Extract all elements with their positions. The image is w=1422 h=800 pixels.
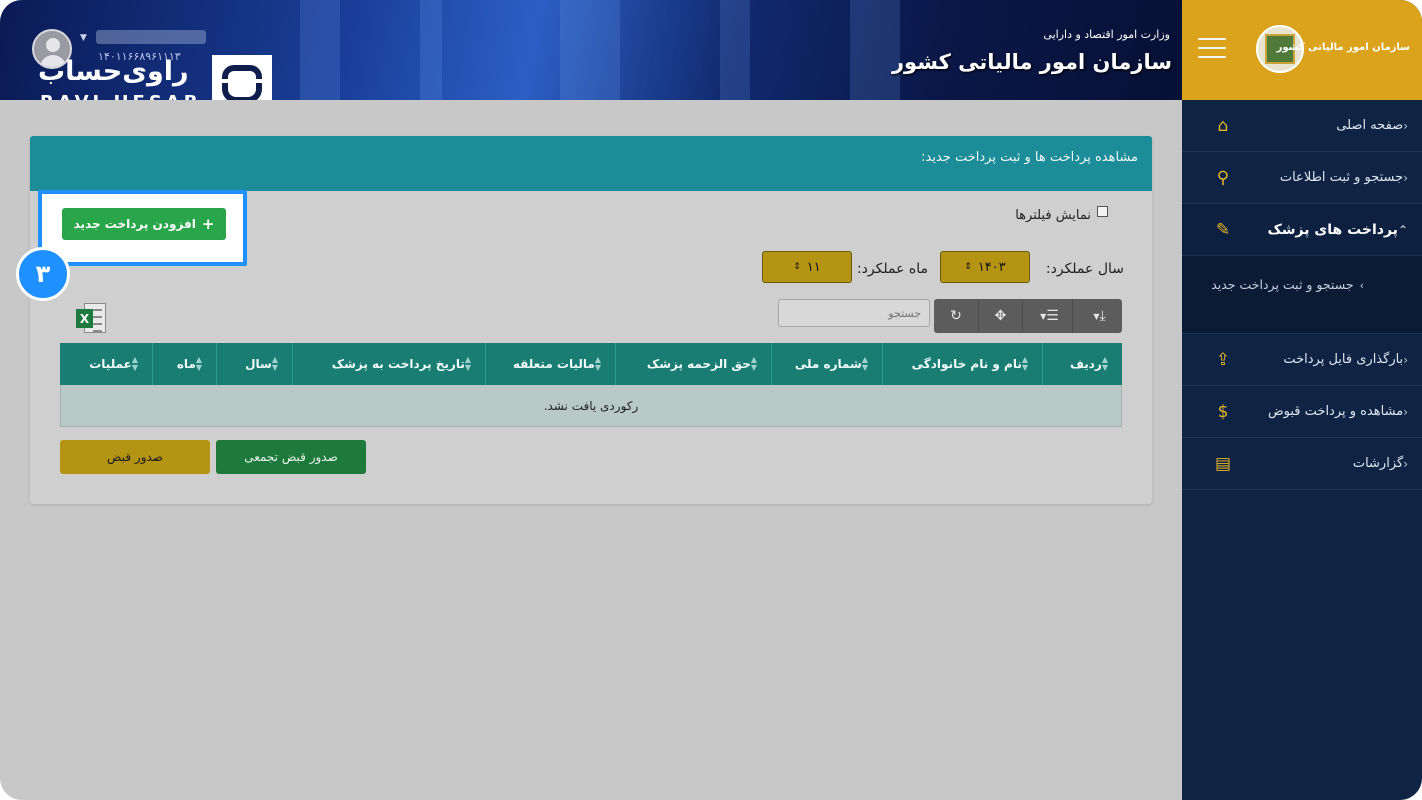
sort-icon: ▲ ▼ — [594, 355, 601, 372]
column-national-id[interactable]: شماره ملی ▲ ▼ — [771, 343, 882, 385]
column-tax[interactable]: مالیات متعلقه ▲ ▼ — [485, 343, 615, 385]
sort-icon: ▲ ▼ — [1101, 355, 1108, 372]
sidebar-item-doctor-payments[interactable]: ✎ پرداخت های پزشک ⌃ — [1182, 204, 1422, 256]
upload-icon: ⇪ — [1215, 349, 1231, 370]
org-title: سازمان امور مالیاتی کشور — [891, 50, 1172, 74]
brand-english: RAVI HESAB — [40, 92, 201, 100]
home-icon: ⌂ — [1217, 115, 1229, 136]
empty-message: رکوردی یافت نشد. — [543, 398, 639, 413]
column-payment-date[interactable]: تاریخ پرداخت به پزشک ▲ ▼ — [292, 343, 485, 385]
sort-icon: ▲ ▼ — [131, 355, 138, 372]
sidebar-item-label: صفحه اصلی — [1336, 118, 1404, 133]
ministry-name: وزارت امور اقتصاد و دارایی — [1043, 28, 1170, 41]
month-value: ۱۱ — [806, 259, 821, 275]
add-button-highlight: + افزودن پرداخت جدید — [38, 190, 247, 266]
show-filters-label: نمایش فیلترها — [1015, 208, 1091, 223]
report-icon: ▤ — [1214, 453, 1232, 474]
search-icon: ⚲ — [1216, 167, 1230, 188]
chevron-left-icon: ‹ — [1403, 404, 1408, 419]
sidebar-item-label: پرداخت های پزشک — [1267, 221, 1398, 238]
chevron-left-icon: ‹ — [1403, 118, 1408, 133]
chevron-left-icon: ‹ — [1403, 352, 1408, 367]
column-doctor-fee[interactable]: حق الزحمه پزشک ▲ ▼ — [615, 343, 771, 385]
issue-bulk-receipt-button[interactable]: صدور قبض تجمعی — [216, 440, 366, 474]
sidebar-item-search-register[interactable]: ⚲ جستجو و ثبت اطلاعات ‹ — [1182, 152, 1422, 204]
sort-icon: ▲ ▼ — [1021, 355, 1028, 372]
edit-icon: ✎ — [1215, 219, 1231, 240]
header-banner: وزارت امور اقتصاد و دارایی سازمان امور م… — [0, 0, 1182, 100]
month-select[interactable]: ۱۱ ⇕ — [762, 251, 852, 283]
empty-row: رکوردی یافت نشد. — [60, 385, 1122, 427]
refresh-icon: ↻ — [950, 308, 962, 324]
table-header: ردیف ▲ ▼ نام و نام خانوادگی ▲ ▼ شماره ملی ▲ ▼ … — [60, 343, 1122, 385]
sidebar-subitem-search-new-payment[interactable]: › جستجو و ثبت پرداخت جدید — [1182, 256, 1422, 334]
download-icon: ⤓ — [1099, 308, 1106, 324]
sidebar-item-label: مشاهده و پرداخت قبوض — [1267, 404, 1404, 419]
app-frame: وزارت امور اقتصاد و دارایی سازمان امور م… — [0, 0, 1422, 800]
user-name-blurred — [96, 30, 206, 44]
move-icon: ✥ — [994, 308, 1007, 324]
sidebar: سازمان امور مالیاتی کشور ⌂ صفحه اصلی ‹ ⚲… — [1182, 0, 1422, 800]
chevron-up-icon: ⌃ — [1397, 222, 1408, 237]
column-year[interactable]: سال ▲ ▼ — [216, 343, 292, 385]
move-button[interactable]: ✥ — [978, 299, 1022, 333]
refresh-button[interactable]: ↻ — [934, 299, 978, 333]
search-input[interactable] — [778, 299, 930, 327]
export-button[interactable]: ▼ ⤓ — [1072, 299, 1122, 333]
show-filters-checkbox[interactable] — [1097, 206, 1108, 217]
column-row-number[interactable]: ردیف ▲ ▼ — [1042, 343, 1122, 385]
user-menu-caret-icon[interactable]: ▼ — [80, 33, 87, 43]
sidebar-header: سازمان امور مالیاتی کشور — [1182, 0, 1422, 100]
columns-button[interactable]: ▼ ☰ — [1022, 299, 1072, 333]
plus-icon: + — [201, 215, 215, 233]
month-label: ماه عملکرد: — [856, 261, 928, 277]
payments-table: ردیف ▲ ▼ نام و نام خانوادگی ▲ ▼ شماره ملی ▲ ▼ … — [60, 343, 1122, 427]
year-value: ۱۴۰۳ — [977, 259, 1006, 275]
sidebar-item-home[interactable]: ⌂ صفحه اصلی ‹ — [1182, 100, 1422, 152]
year-select[interactable]: ۱۴۰۳ ⇕ — [940, 251, 1030, 283]
column-month[interactable]: ماه ▲ ▼ — [152, 343, 216, 385]
sidebar-item-label: گزارشات — [1352, 456, 1404, 471]
sort-icon: ▲ ▼ — [750, 355, 757, 372]
chevron-right-icon: › — [1359, 279, 1364, 292]
brand-mark-icon — [212, 55, 272, 100]
column-operations[interactable]: عملیات ▲ ▼ — [60, 343, 152, 385]
sort-icon: ▲ ▼ — [861, 355, 868, 372]
brand-persian: راوی‌حساب — [38, 56, 189, 87]
add-new-payment-button[interactable]: + افزودن پرداخت جدید — [62, 208, 226, 240]
sort-icon: ▲ ▼ — [271, 355, 278, 372]
list-icon: ☰ — [1046, 308, 1059, 324]
panel-title: مشاهده پرداخت ها و ثبت پرداخت جدید: — [30, 136, 1152, 191]
grid-toolbar: ▼ ⤓ ▼ ☰ ✥ ↻ — [934, 299, 1122, 333]
column-full-name[interactable]: نام و نام خانوادگی ▲ ▼ — [882, 343, 1042, 385]
sidebar-item-reports[interactable]: ▤ گزارشات ‹ — [1182, 438, 1422, 490]
ravi-hesab-logo: راوی‌حساب RAVI HESAB — [34, 52, 274, 100]
sidebar-org-name: سازمان امور مالیاتی کشور — [1276, 42, 1410, 53]
sidebar-item-bills[interactable]: $ مشاهده و پرداخت قبوض ‹ — [1182, 386, 1422, 438]
chevron-left-icon: ‹ — [1403, 170, 1408, 185]
hamburger-menu-icon[interactable] — [1198, 38, 1226, 58]
issue-receipt-button[interactable]: صدور قبض — [60, 440, 210, 474]
step-badge: ۳ — [16, 247, 70, 301]
sidebar-item-label: جستجو و ثبت اطلاعات — [1279, 170, 1404, 185]
sort-icon: ▲ ▼ — [464, 355, 471, 372]
show-filters[interactable]: نمایش فیلترها — [1015, 206, 1108, 223]
sidebar-subitem-label: جستجو و ثبت پرداخت جدید — [1211, 277, 1354, 292]
select-arrows-icon: ⇕ — [964, 262, 972, 272]
sidebar-item-label: بارگذاری فایل پرداخت — [1283, 352, 1404, 367]
add-new-payment-label: افزودن پرداخت جدید — [73, 217, 196, 231]
year-label: سال عملکرد: — [1045, 261, 1124, 277]
sort-icon: ▲ ▼ — [195, 355, 202, 372]
excel-export-icon[interactable]: X — [76, 302, 108, 334]
sidebar-item-upload-file[interactable]: ⇪ بارگذاری فایل پرداخت ‹ — [1182, 334, 1422, 386]
select-arrows-icon: ⇕ — [793, 262, 801, 272]
money-icon: $ — [1217, 401, 1229, 422]
chevron-left-icon: ‹ — [1403, 456, 1408, 471]
payments-panel: مشاهده پرداخت ها و ثبت پرداخت جدید: + افز… — [16, 136, 1152, 504]
